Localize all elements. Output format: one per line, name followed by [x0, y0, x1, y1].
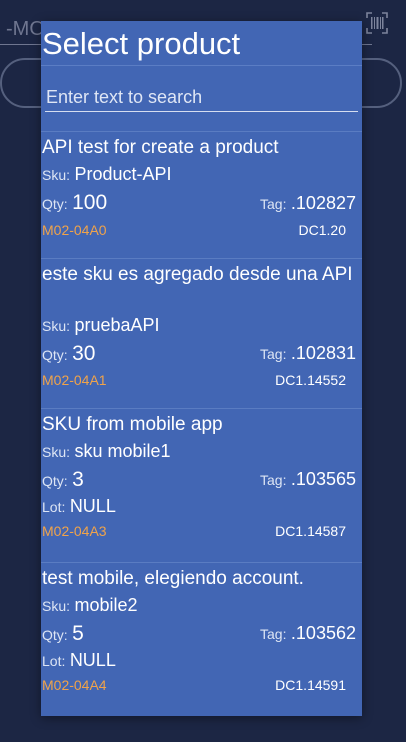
tag-row: Tag: .103562	[260, 623, 356, 644]
product-list-item[interactable]: SKU from mobile app Sku: sku mobile1 Qty…	[41, 408, 362, 554]
dc-code: DC1.14591	[275, 677, 346, 693]
tag-value: .103565	[290, 469, 356, 489]
tag-value: .103562	[290, 623, 356, 643]
sku-label: Sku:	[42, 598, 71, 614]
search-input[interactable]	[45, 83, 358, 111]
sku-row: Sku: pruebaAPI	[42, 315, 160, 336]
tag-label: Tag:	[260, 626, 287, 642]
sku-label: Sku:	[42, 444, 71, 460]
qty-value: 5	[72, 622, 84, 645]
qty-label: Qty:	[42, 196, 68, 212]
tag-value: .102827	[290, 193, 356, 213]
lot-row: Lot: NULL	[42, 496, 116, 517]
sku-value: mobile2	[74, 595, 138, 615]
tag-value: .102831	[290, 343, 356, 363]
qty-label: Qty:	[42, 347, 68, 363]
product-list-item[interactable]: este sku es agregado desde una API Sku: …	[41, 258, 362, 404]
tag-row: Tag: .103565	[260, 469, 356, 490]
tag-label: Tag:	[260, 196, 287, 212]
lot-row: Lot: NULL	[42, 650, 116, 671]
dc-code: DC1.14587	[275, 523, 346, 539]
qty-value: 100	[72, 191, 108, 214]
sku-value: pruebaAPI	[74, 315, 160, 335]
product-list-item[interactable]: test mobile, elegiendo account. Sku: mob…	[41, 562, 362, 713]
qty-label: Qty:	[42, 473, 68, 489]
qty-row: Qty: 30	[42, 342, 95, 366]
location-code: M02-04A0	[42, 222, 107, 238]
dialog-title: Select product	[42, 26, 241, 61]
sku-value: sku mobile1	[74, 441, 171, 461]
select-product-dialog: Select product API test for create a pro…	[41, 21, 362, 716]
lot-value: NULL	[69, 496, 116, 516]
qty-row: Qty: 100	[42, 191, 107, 215]
lot-label: Lot:	[42, 499, 66, 515]
qty-value: 30	[72, 342, 96, 365]
lot-value: NULL	[69, 650, 116, 670]
tag-label: Tag:	[260, 472, 287, 488]
tag-label: Tag:	[260, 346, 287, 362]
dc-code: DC1.20	[298, 222, 346, 238]
sku-row: Sku: mobile2	[42, 595, 138, 616]
sku-value: Product-API	[74, 164, 172, 184]
tag-row: Tag: .102827	[260, 193, 356, 214]
dc-code: DC1.14552	[275, 372, 346, 388]
sku-row: Sku: Product-API	[42, 164, 172, 185]
product-name: este sku es agregado desde una API	[42, 264, 353, 285]
search-field[interactable]	[45, 83, 358, 112]
qty-label: Qty:	[42, 627, 68, 643]
product-name: SKU from mobile app	[42, 414, 223, 435]
sku-row: Sku: sku mobile1	[42, 441, 171, 462]
lot-label: Lot:	[42, 653, 66, 669]
location-code: M02-04A1	[42, 372, 107, 388]
tag-row: Tag: .102831	[260, 343, 356, 364]
title-divider	[41, 65, 362, 66]
location-code: M02-04A4	[42, 677, 107, 693]
product-name: API test for create a product	[42, 137, 279, 158]
sku-label: Sku:	[42, 167, 71, 183]
sku-label: Sku:	[42, 318, 71, 334]
qty-row: Qty: 3	[42, 468, 84, 492]
location-code: M02-04A3	[42, 523, 107, 539]
product-list-item[interactable]: API test for create a product Sku: Produ…	[41, 131, 362, 252]
barcode-icon	[366, 12, 388, 34]
qty-value: 3	[72, 468, 84, 491]
product-name: test mobile, elegiendo account.	[42, 568, 304, 589]
qty-row: Qty: 5	[42, 622, 84, 646]
